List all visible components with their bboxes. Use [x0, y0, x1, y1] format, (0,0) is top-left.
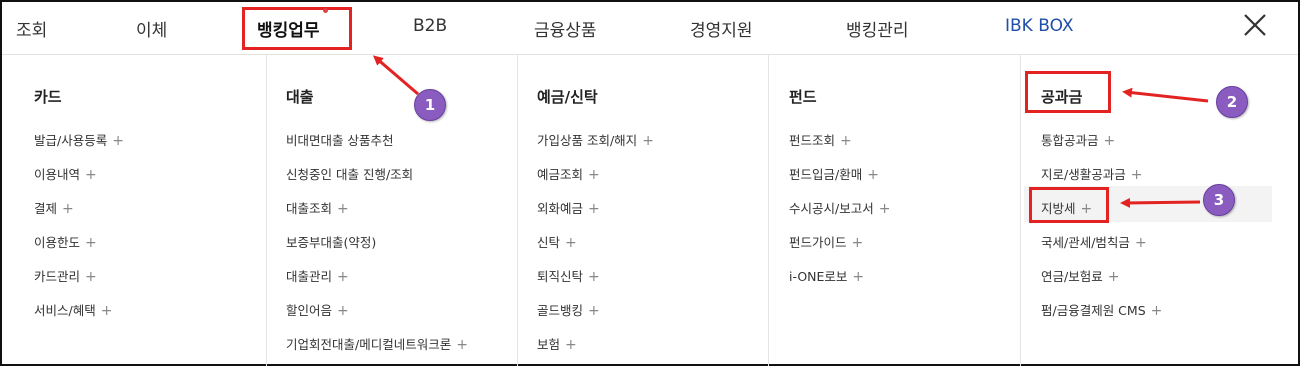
annotation-arrows — [372, 55, 1209, 208]
annotation-badge-1: 1 — [414, 89, 446, 121]
arrow-1 — [372, 55, 419, 96]
arrow-2 — [1122, 87, 1209, 103]
annotation-badge-3: 3 — [1203, 184, 1235, 216]
arrow-3 — [1120, 197, 1201, 208]
annotation-badge-2: 2 — [1216, 86, 1248, 118]
